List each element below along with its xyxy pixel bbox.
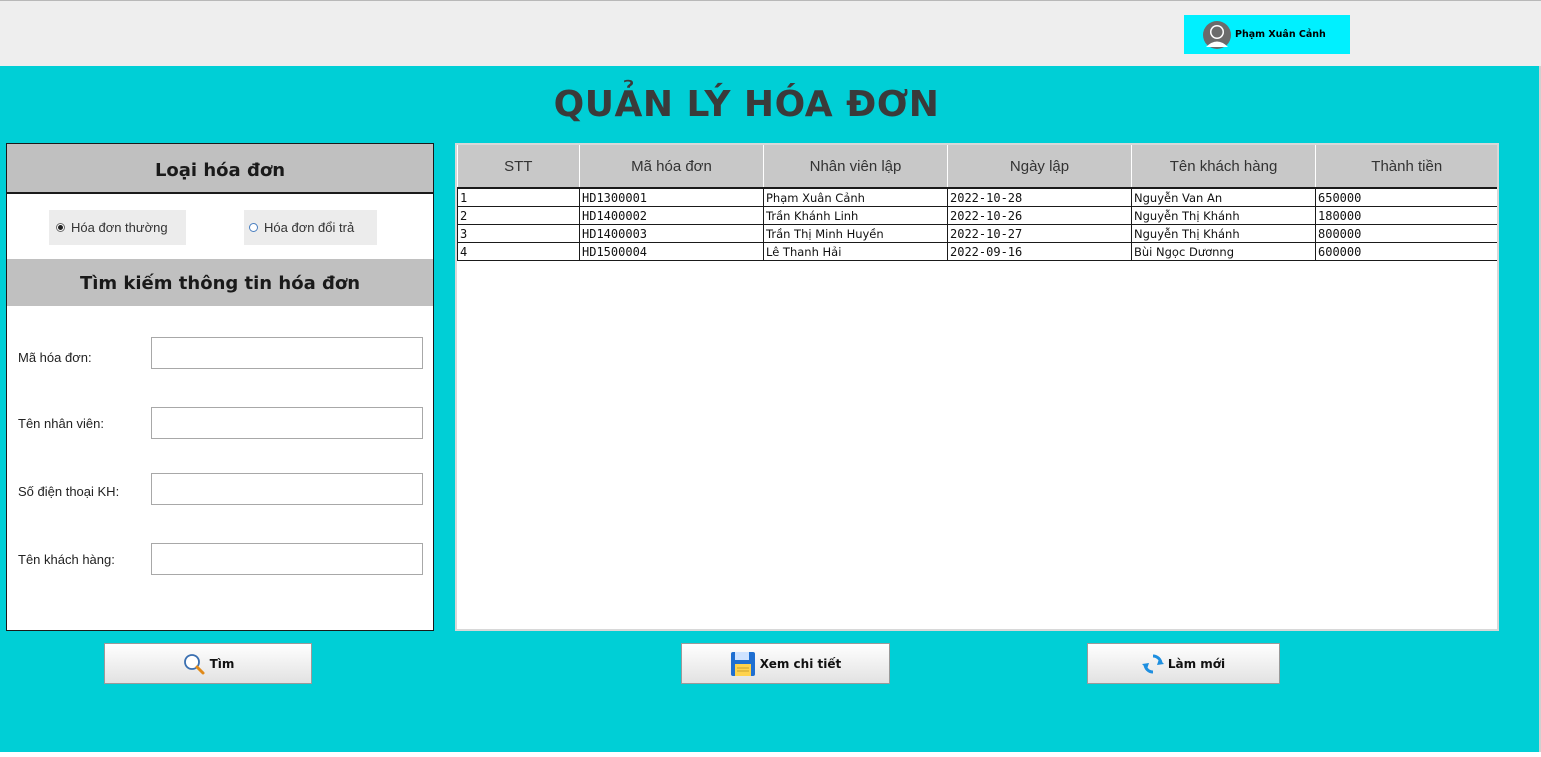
radio-regular-invoice[interactable]: Hóa đơn thường — [49, 210, 186, 245]
user-button[interactable]: Phạm Xuân Cảnh — [1184, 15, 1350, 54]
employee-name-input[interactable] — [151, 407, 423, 439]
table-cell: Lê Thanh Hải — [763, 242, 948, 261]
table-cell: 800000 — [1315, 224, 1497, 243]
table-cell: Nguyễn Thị Khánh — [1131, 206, 1316, 225]
radio-return-invoice[interactable]: Hóa đơn đổi trả — [244, 210, 377, 245]
customer-name-label: Tên khách hàng: — [18, 552, 115, 567]
refresh-button-label: Làm mới — [1167, 656, 1226, 671]
table-cell: 180000 — [1315, 206, 1497, 225]
table-cell: 2022-10-28 — [947, 188, 1132, 207]
page-title: QUẢN LÝ HÓA ĐƠN — [553, 84, 940, 125]
radio-regular-label: Hóa đơn thường — [71, 220, 168, 235]
table-cell: HD1300001 — [579, 188, 764, 207]
table-row[interactable]: 4 HD1500004 Lê Thanh Hải 2022-09-16 Bùi … — [457, 242, 1497, 261]
table-cell: Nguyễn Thị Khánh — [1131, 224, 1316, 243]
view-detail-button-label: Xem chi tiết — [759, 656, 842, 671]
table-cell: Nguyễn Van An — [1131, 188, 1316, 207]
column-header-employee[interactable]: Nhân viên lập — [763, 145, 948, 189]
table-header-row: STT Mã hóa đơn Nhân viên lập Ngày lập Tê… — [457, 145, 1497, 189]
magnifier-icon — [183, 653, 205, 674]
table-cell: HD1500004 — [579, 242, 764, 261]
table-cell: 4 — [457, 242, 580, 261]
table-cell: Trần Khánh Linh — [763, 206, 948, 225]
table-cell: 2022-10-26 — [947, 206, 1132, 225]
floppy-disk-icon — [730, 651, 755, 676]
invoice-id-label: Mã hóa đơn: — [18, 350, 92, 365]
table-row[interactable]: 3 HD1400003 Trần Thị Minh Huyền 2022-10-… — [457, 224, 1497, 243]
radio-checked-icon — [56, 223, 65, 232]
view-detail-button[interactable]: Xem chi tiết — [681, 643, 890, 684]
table-row[interactable]: 1 HD1300001 Phạm Xuân Cảnh 2022-10-28 Ng… — [457, 188, 1497, 207]
table-row[interactable]: 2 HD1400002 Trần Khánh Linh 2022-10-26 N… — [457, 206, 1497, 225]
radio-unchecked-icon — [249, 223, 258, 232]
column-header-stt[interactable]: STT — [457, 145, 580, 189]
filter-panel: Loại hóa đơn Hóa đơn thường Hóa đơn đổi … — [6, 143, 434, 631]
search-button[interactable]: Tìm — [104, 643, 312, 684]
table-cell: HD1400003 — [579, 224, 764, 243]
table-cell: Trần Thị Minh Huyền — [763, 224, 948, 243]
table-cell: Bùi Ngọc Dươnng — [1131, 242, 1316, 261]
refresh-icon — [1141, 654, 1164, 673]
table-cell: 1 — [457, 188, 580, 207]
table-cell: 2 — [457, 206, 580, 225]
column-header-date[interactable]: Ngày lập — [947, 145, 1132, 189]
customer-phone-input[interactable] — [151, 473, 423, 505]
bottom-strip — [0, 752, 1541, 757]
refresh-button[interactable]: Làm mới — [1087, 643, 1280, 684]
user-avatar-icon — [1203, 20, 1231, 49]
table-cell: 3 — [457, 224, 580, 243]
invoice-id-input[interactable] — [151, 337, 423, 369]
customer-name-input[interactable] — [151, 543, 423, 575]
invoice-table[interactable]: STT Mã hóa đơn Nhân viên lập Ngày lập Tê… — [455, 143, 1499, 631]
table-cell: HD1400002 — [579, 206, 764, 225]
invoice-type-header: Loại hóa đơn — [7, 144, 433, 194]
table-cell: 600000 — [1315, 242, 1497, 261]
employee-name-label: Tên nhân viên: — [18, 416, 105, 431]
search-header: Tìm kiếm thông tin hóa đơn — [7, 259, 433, 306]
table-cell: 2022-09-16 — [947, 242, 1132, 261]
radio-return-label: Hóa đơn đổi trả — [264, 220, 355, 235]
column-header-invoice-id[interactable]: Mã hóa đơn — [579, 145, 764, 189]
customer-phone-label: Số điện thoại KH: — [18, 484, 120, 499]
top-bar: Phạm Xuân Cảnh — [0, 0, 1541, 66]
table-cell: 2022-10-27 — [947, 224, 1132, 243]
table-cell: 650000 — [1315, 188, 1497, 207]
column-header-total[interactable]: Thành tiền — [1315, 145, 1497, 189]
table-cell: Phạm Xuân Cảnh — [763, 188, 948, 207]
search-button-label: Tìm — [209, 656, 235, 671]
user-name: Phạm Xuân Cảnh — [1235, 29, 1326, 40]
column-header-customer[interactable]: Tên khách hàng — [1131, 145, 1316, 189]
